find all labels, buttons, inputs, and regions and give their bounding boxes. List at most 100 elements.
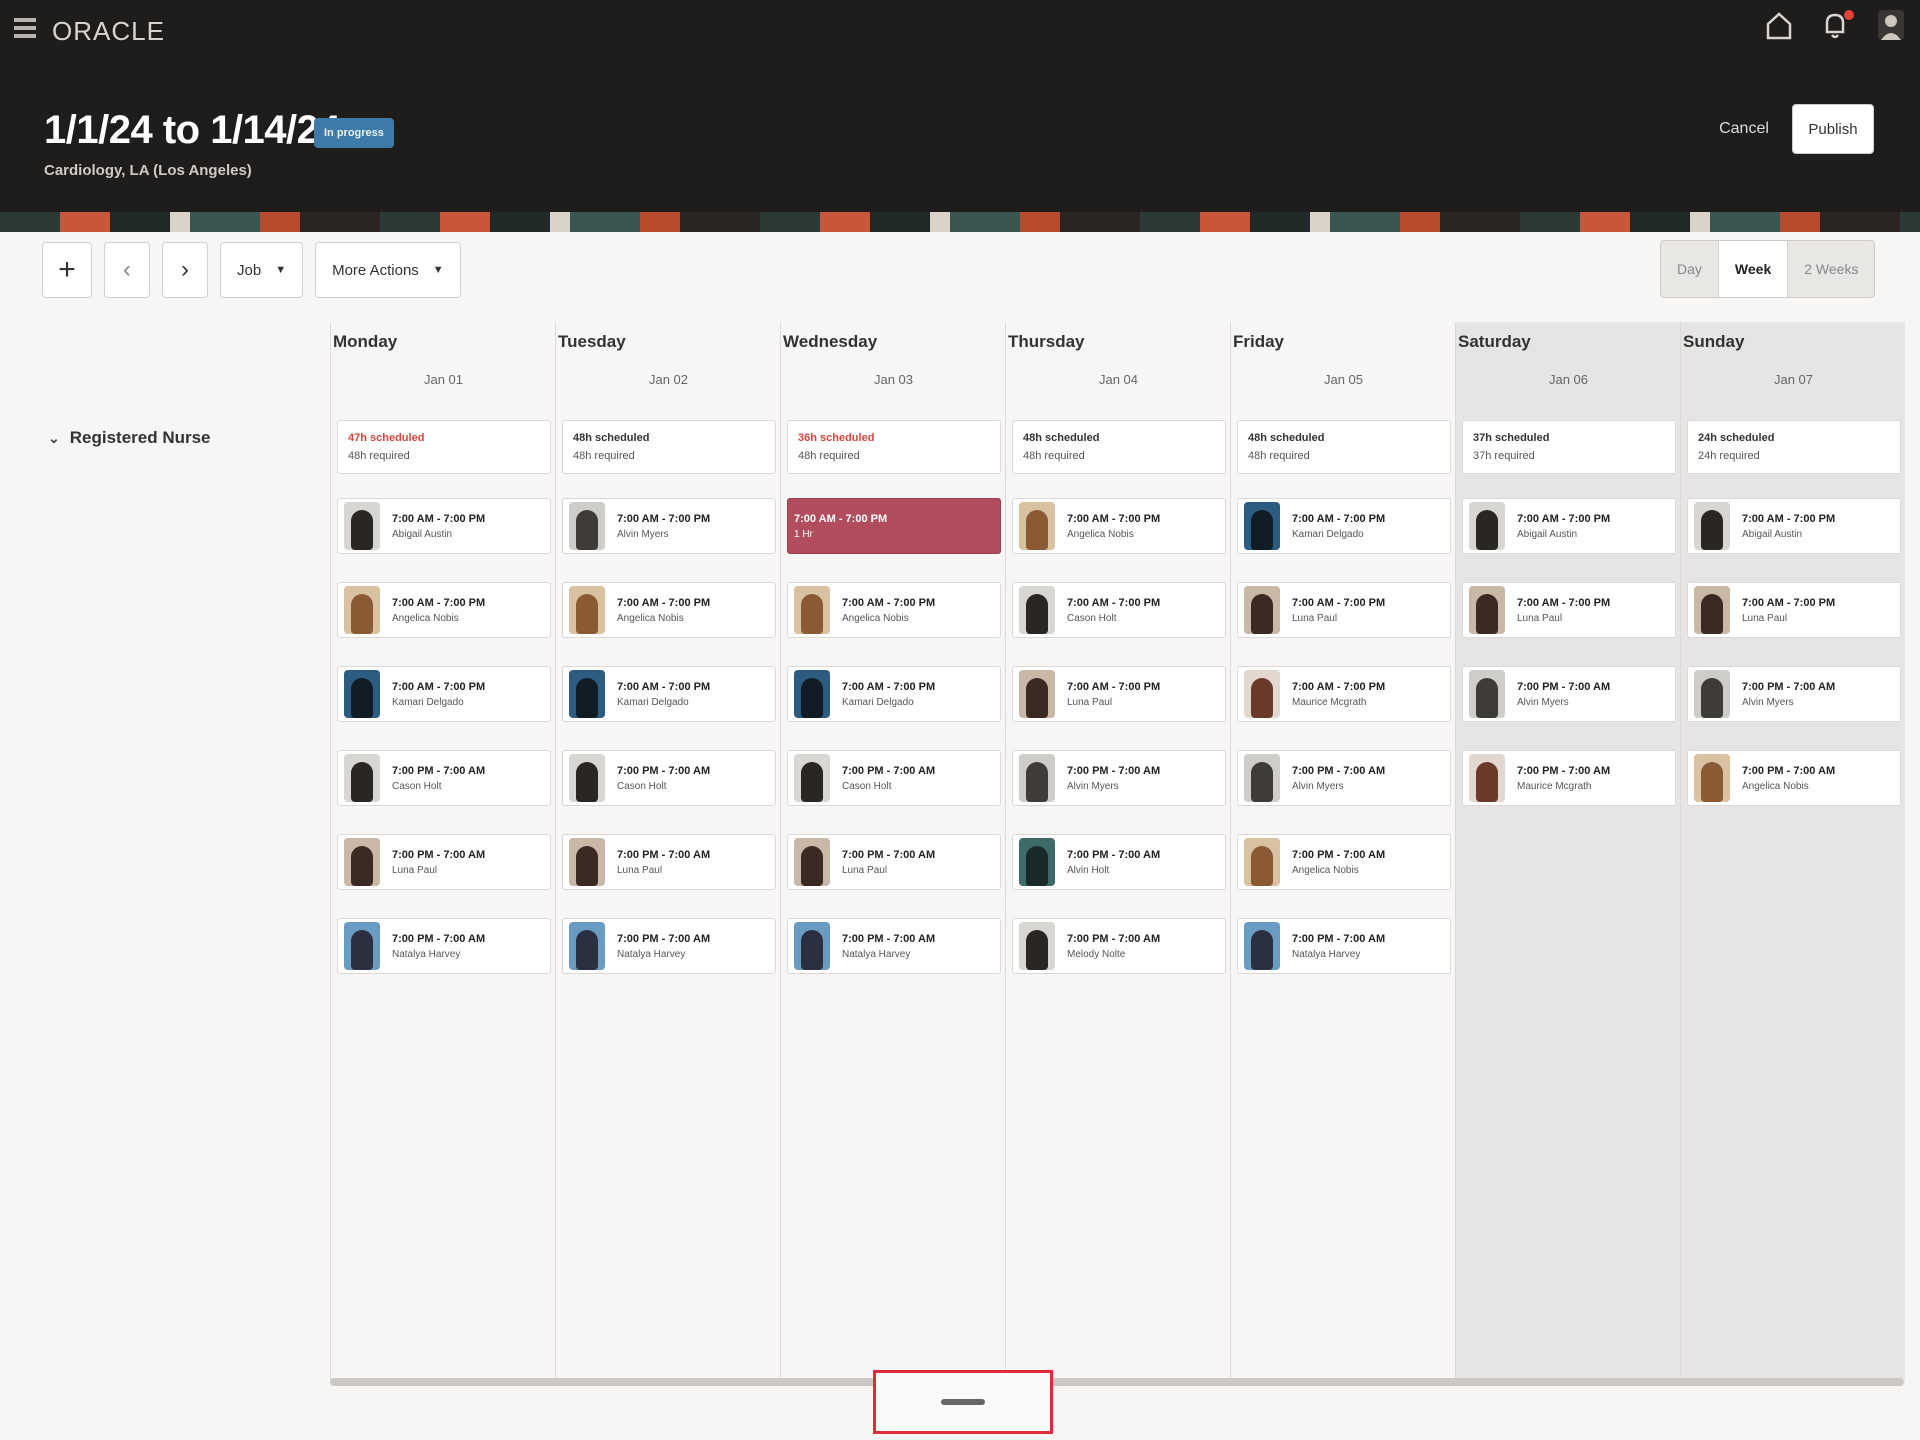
coverage-summary[interactable]: 36h scheduled 48h required (787, 420, 1001, 474)
employee-avatar (794, 586, 830, 634)
shift-card[interactable]: 7:00 AM - 7:00 PM Angelica Nobis (1012, 498, 1226, 554)
shift-card[interactable]: 7:00 PM - 7:00 AM Luna Paul (787, 834, 1001, 890)
employee-avatar (344, 838, 380, 886)
shift-card[interactable]: 7:00 AM - 7:00 PM Kamari Delgado (787, 666, 1001, 722)
shift-card[interactable]: 7:00 AM - 7:00 PM Angelica Nobis (562, 582, 776, 638)
shift-card[interactable]: 7:00 PM - 7:00 AM Alvin Myers (1687, 666, 1901, 722)
shift-card[interactable]: 7:00 AM - 7:00 PM Luna Paul (1687, 582, 1901, 638)
shift-employee-name: Natalya Harvey (617, 948, 686, 960)
scheduled-hours: 48h scheduled (1248, 432, 1325, 444)
horizontal-scrollbar[interactable] (330, 1378, 1904, 1386)
shift-card[interactable]: 7:00 AM - 7:00 PM Kamari Delgado (1237, 498, 1451, 554)
shift-card[interactable]: 7:00 PM - 7:00 AM Maurice Mcgrath (1462, 750, 1676, 806)
shift-card[interactable]: 7:00 AM - 7:00 PM Cason Holt (1012, 582, 1226, 638)
shift-time: 7:00 AM - 7:00 PM (617, 680, 711, 693)
shift-card[interactable]: 7:00 AM - 7:00 PM Luna Paul (1237, 582, 1451, 638)
menu-icon[interactable] (14, 18, 36, 40)
employee-avatar (1019, 922, 1055, 970)
shift-time: 7:00 AM - 7:00 PM (617, 512, 711, 525)
shift-card[interactable]: 7:00 AM - 7:00 PM Abigail Austin (1687, 498, 1901, 554)
shift-employee-name: Alvin Myers (1067, 780, 1119, 792)
coverage-summary[interactable]: 47h scheduled 48h required (337, 420, 551, 474)
shift-time: 7:00 AM - 7:00 PM (392, 596, 486, 609)
shift-card[interactable]: 7:00 PM - 7:00 AM Alvin Myers (1237, 750, 1451, 806)
coverage-summary[interactable]: 48h scheduled 48h required (1012, 420, 1226, 474)
employee-avatar (1244, 754, 1280, 802)
day-date: Jan 02 (648, 372, 689, 387)
shift-card[interactable]: 7:00 PM - 7:00 AM Natalya Harvey (562, 918, 776, 974)
shift-card[interactable]: 7:00 AM - 7:00 PM Alvin Myers (562, 498, 776, 554)
shift-card[interactable]: 7:00 PM - 7:00 AM Alvin Myers (1012, 750, 1226, 806)
shift-employee-name: Cason Holt (617, 780, 667, 792)
shift-card[interactable]: 7:00 AM - 7:00 PM Abigail Austin (1462, 498, 1676, 554)
employee-avatar (1019, 754, 1055, 802)
publish-button[interactable]: Publish (1792, 104, 1874, 154)
view-day-button[interactable]: Day (1661, 241, 1719, 297)
home-icon[interactable] (1764, 8, 1794, 42)
coverage-summary[interactable]: 48h scheduled 48h required (1237, 420, 1451, 474)
shift-card[interactable]: 7:00 PM - 7:00 AM Melody Nolte (1012, 918, 1226, 974)
day-column: Sunday Jan 07 24h scheduled 24h required 7:0… (1680, 322, 1905, 1382)
shift-card[interactable]: 7:00 PM - 7:00 AM Cason Holt (337, 750, 551, 806)
employee-avatar (344, 922, 380, 970)
view-two-weeks-button[interactable]: 2 Weeks (1788, 241, 1874, 297)
shift-card[interactable]: 7:00 PM - 7:00 AM Luna Paul (337, 834, 551, 890)
shift-time: 7:00 PM - 7:00 AM (1067, 932, 1161, 945)
employee-avatar (1694, 670, 1730, 718)
shift-time: 7:00 PM - 7:00 AM (392, 932, 486, 945)
shift-card[interactable]: 7:00 AM - 7:00 PM Maurice Mcgrath (1237, 666, 1451, 722)
coverage-summary[interactable]: 48h scheduled 48h required (562, 420, 776, 474)
user-avatar[interactable] (1876, 8, 1906, 42)
weekly-schedule-grid: Monday Jan 01 47h scheduled 48h required 7:0… (330, 322, 1905, 1382)
shift-card[interactable]: 7:00 PM - 7:00 AM Angelica Nobis (1237, 834, 1451, 890)
shift-employee-name: Alvin Myers (1742, 696, 1794, 708)
shift-card[interactable]: 7:00 PM - 7:00 AM Cason Holt (787, 750, 1001, 806)
view-week-button[interactable]: Week (1718, 241, 1789, 297)
oracle-logo[interactable]: ORACLE (52, 16, 165, 47)
shift-card[interactable]: 7:00 PM - 7:00 AM Cason Holt (562, 750, 776, 806)
job-filter-dropdown[interactable]: Job ▼ (220, 242, 304, 298)
shift-card[interactable]: 7:00 AM - 7:00 PM Abigail Austin (337, 498, 551, 554)
employee-avatar (794, 838, 830, 886)
shift-employee-name: Kamari Delgado (842, 696, 914, 708)
more-actions-dropdown[interactable]: More Actions ▼ (315, 242, 461, 298)
page-title: 1/1/24 to 1/14/24 (44, 108, 341, 152)
shift-employee-name: Maurice Mcgrath (1517, 780, 1592, 792)
next-period-button[interactable]: › (162, 242, 208, 298)
shift-card[interactable]: 7:00 PM - 7:00 AM Natalya Harvey (337, 918, 551, 974)
shift-card[interactable]: 7:00 AM - 7:00 PM Luna Paul (1462, 582, 1676, 638)
day-name: Friday (1233, 332, 1285, 351)
job-group-header[interactable]: ⌄ Registered Nurse (48, 428, 211, 448)
day-date: Jan 06 (1548, 372, 1589, 387)
shift-card[interactable]: 7:00 PM - 7:00 AM Natalya Harvey (787, 918, 1001, 974)
shift-card[interactable]: 7:00 AM - 7:00 PM Kamari Delgado (337, 666, 551, 722)
shift-employee-name: Natalya Harvey (392, 948, 461, 960)
resize-drag-handle[interactable] (873, 1370, 1053, 1434)
shift-time: 7:00 PM - 7:00 AM (1517, 680, 1611, 693)
scheduled-hours: 37h scheduled (1473, 432, 1550, 444)
shift-card[interactable]: 7:00 AM - 7:00 PM Angelica Nobis (787, 582, 1001, 638)
notifications-icon[interactable] (1820, 8, 1854, 42)
shift-card[interactable]: 7:00 PM - 7:00 AM Natalya Harvey (1237, 918, 1451, 974)
shift-employee-name: Kamari Delgado (392, 696, 464, 708)
cancel-button[interactable]: Cancel (1700, 104, 1788, 154)
day-column: Wednesday Jan 03 36h scheduled 48h required… (780, 322, 1005, 1382)
shift-card[interactable]: 7:00 PM - 7:00 AM Alvin Myers (1462, 666, 1676, 722)
shift-employee-name: Alvin Holt (1067, 864, 1110, 876)
shift-card[interactable]: 7:00 PM - 7:00 AM Luna Paul (562, 834, 776, 890)
shift-time: 7:00 AM - 7:00 PM (842, 680, 936, 693)
shift-card[interactable]: 7:00 AM - 7:00 PM Luna Paul (1012, 666, 1226, 722)
required-hours: 37h required (1473, 450, 1535, 462)
job-filter-label: Job (237, 261, 262, 279)
employee-avatar (1019, 670, 1055, 718)
open-shift-card[interactable]: 7:00 AM - 7:00 PM 1 Hr (787, 498, 1001, 554)
shift-card[interactable]: 7:00 AM - 7:00 PM Angelica Nobis (337, 582, 551, 638)
shift-card[interactable]: 7:00 AM - 7:00 PM Kamari Delgado (562, 666, 776, 722)
shift-card[interactable]: 7:00 PM - 7:00 AM Alvin Holt (1012, 834, 1226, 890)
coverage-summary[interactable]: 37h scheduled 37h required (1462, 420, 1676, 474)
add-shift-button[interactable]: + (42, 242, 92, 298)
previous-period-button[interactable]: ‹ (104, 242, 150, 298)
chevron-down-icon[interactable]: ⌄ (48, 430, 60, 447)
coverage-summary[interactable]: 24h scheduled 24h required (1687, 420, 1901, 474)
shift-card[interactable]: 7:00 PM - 7:00 AM Angelica Nobis (1687, 750, 1901, 806)
